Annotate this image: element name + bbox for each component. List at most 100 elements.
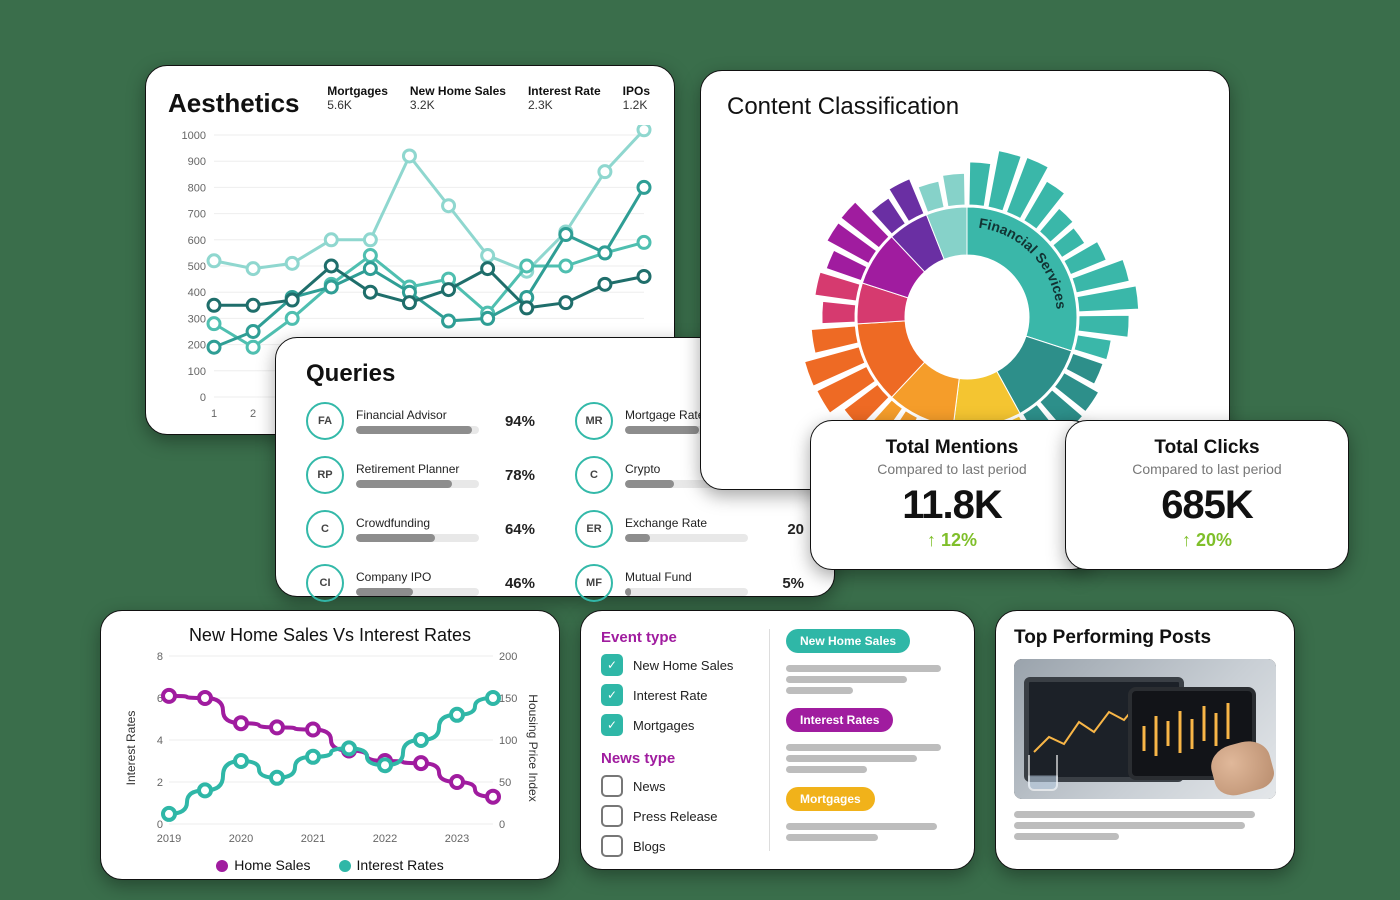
checkbox-icon[interactable] [601, 805, 623, 827]
query-row[interactable]: RP Retirement Planner 78% [306, 456, 535, 494]
svg-text:2019: 2019 [157, 833, 181, 845]
filter-item[interactable]: New Home Sales [601, 654, 751, 676]
kpi-clicks-title: Total Clicks [1092, 437, 1322, 459]
query-bar [625, 588, 748, 596]
kpi-mentions-card: Total Mentions Compared to last period 1… [810, 420, 1094, 570]
query-name: Exchange Rate [625, 516, 748, 530]
classification-title: Content Classification [727, 93, 1203, 121]
news-type-head: News type [601, 750, 751, 767]
filter-item[interactable]: Mortgages [601, 714, 751, 736]
svg-text:0: 0 [157, 819, 163, 831]
svg-text:200: 200 [188, 340, 206, 352]
svg-text:2020: 2020 [229, 833, 253, 845]
pill-mortgages[interactable]: Mortgages [786, 787, 875, 811]
query-pct: 5% [760, 575, 804, 592]
news-type-items: News Press Release Blogs [601, 775, 751, 857]
hsir-title: New Home Sales Vs Interest Rates [121, 625, 539, 646]
query-badge: C [306, 510, 344, 548]
svg-text:300: 300 [188, 313, 206, 325]
filter-label: Press Release [633, 809, 718, 824]
hsir-chart: 0246805010015020020192020202120222023Int… [121, 648, 541, 848]
svg-text:2021: 2021 [301, 833, 325, 845]
svg-text:2: 2 [250, 408, 256, 420]
query-pct: 64% [491, 521, 535, 538]
query-badge: MR [575, 402, 613, 440]
query-row[interactable]: MF Mutual Fund 5% [575, 564, 804, 602]
svg-text:Housing Price Index: Housing Price Index [526, 694, 540, 801]
filter-label: Interest Rate [633, 688, 707, 703]
filter-item[interactable]: News [601, 775, 751, 797]
svg-text:2022: 2022 [373, 833, 397, 845]
svg-text:50: 50 [499, 777, 511, 789]
checkbox-icon[interactable] [601, 714, 623, 736]
kpi-new-home-sales: New Home Sales3.2K [410, 84, 506, 112]
top-posts-title: Top Performing Posts [1014, 627, 1276, 649]
filter-item[interactable]: Blogs [601, 835, 751, 857]
query-row[interactable]: C Crowdfunding 64% [306, 510, 535, 548]
checkbox-icon[interactable] [601, 684, 623, 706]
query-badge: C [575, 456, 613, 494]
svg-text:2: 2 [157, 777, 163, 789]
event-type-items: New Home Sales Interest Rate Mortgages [601, 654, 751, 736]
query-bar [625, 534, 748, 542]
aesthetics-kpis: Mortgages5.6K New Home Sales3.2K Interes… [327, 84, 650, 112]
svg-text:200: 200 [499, 651, 517, 663]
query-row[interactable]: FA Financial Advisor 94% [306, 402, 535, 440]
kpi-clicks-sub: Compared to last period [1092, 461, 1322, 477]
svg-text:100: 100 [188, 366, 206, 378]
kpi-mentions-delta: ↑ 12% [837, 530, 1067, 551]
checkbox-icon[interactable] [601, 835, 623, 857]
query-badge: ER [575, 510, 613, 548]
query-badge: FA [306, 402, 344, 440]
kpi-clicks-value: 685K [1092, 483, 1322, 528]
query-bar [356, 588, 479, 596]
filter-label: Blogs [633, 839, 666, 854]
legend-interest-rates: Interest Rates [339, 857, 444, 873]
svg-text:4: 4 [157, 735, 163, 747]
query-pct: 78% [491, 467, 535, 484]
event-type-head: Event type [601, 629, 751, 646]
query-row[interactable]: CICompany IPO46% [306, 564, 535, 602]
queries-col-left: FA Financial Advisor 94% RP Retirement Plann… [306, 402, 535, 602]
filter-item[interactable]: Interest Rate [601, 684, 751, 706]
query-badge: MF [575, 564, 613, 602]
query-name: Retirement Planner [356, 462, 479, 476]
svg-text:400: 400 [188, 287, 206, 299]
kpi-clicks-delta: ↑ 20% [1092, 530, 1322, 551]
filter-label: New Home Sales [633, 658, 733, 673]
checkbox-icon[interactable] [601, 654, 623, 676]
filter-label: News [633, 779, 666, 794]
query-pct: 20 [760, 521, 804, 538]
svg-text:0: 0 [200, 392, 206, 404]
pill-new-home-sales[interactable]: New Home Sales [786, 629, 910, 653]
filter-item[interactable]: Press Release [601, 805, 751, 827]
query-name: Financial Advisor [356, 408, 479, 422]
kpi-mortgages: Mortgages5.6K [327, 84, 388, 112]
query-badge: CI [306, 564, 344, 602]
kpi-mentions-value: 11.8K [837, 483, 1067, 528]
kpi-mentions-title: Total Mentions [837, 437, 1067, 459]
svg-text:0: 0 [499, 819, 505, 831]
query-badge: RP [306, 456, 344, 494]
feed-column: New Home Sales Interest Rates Mortgages [769, 629, 954, 851]
svg-text:900: 900 [188, 156, 206, 168]
svg-text:100: 100 [499, 735, 517, 747]
kpi-ipos: IPOs1.2K [623, 84, 650, 112]
query-row[interactable]: ER Exchange Rate 20 [575, 510, 804, 548]
query-bar [356, 426, 479, 434]
top-post-thumbnail[interactable] [1014, 659, 1276, 799]
svg-text:700: 700 [188, 209, 206, 221]
pill-interest-rates[interactable]: Interest Rates [786, 708, 893, 732]
query-pct: 94% [491, 413, 535, 430]
checkbox-icon[interactable] [601, 775, 623, 797]
query-name: Mutual Fund [625, 570, 748, 584]
svg-text:8: 8 [157, 651, 163, 663]
svg-text:1000: 1000 [182, 130, 206, 142]
svg-text:500: 500 [188, 261, 206, 273]
svg-text:800: 800 [188, 182, 206, 194]
svg-text:150: 150 [499, 693, 517, 705]
kpi-interest-rate: Interest Rate2.3K [528, 84, 601, 112]
query-name: Crowdfunding [356, 516, 479, 530]
svg-text:2023: 2023 [445, 833, 469, 845]
svg-text:1: 1 [211, 408, 217, 420]
